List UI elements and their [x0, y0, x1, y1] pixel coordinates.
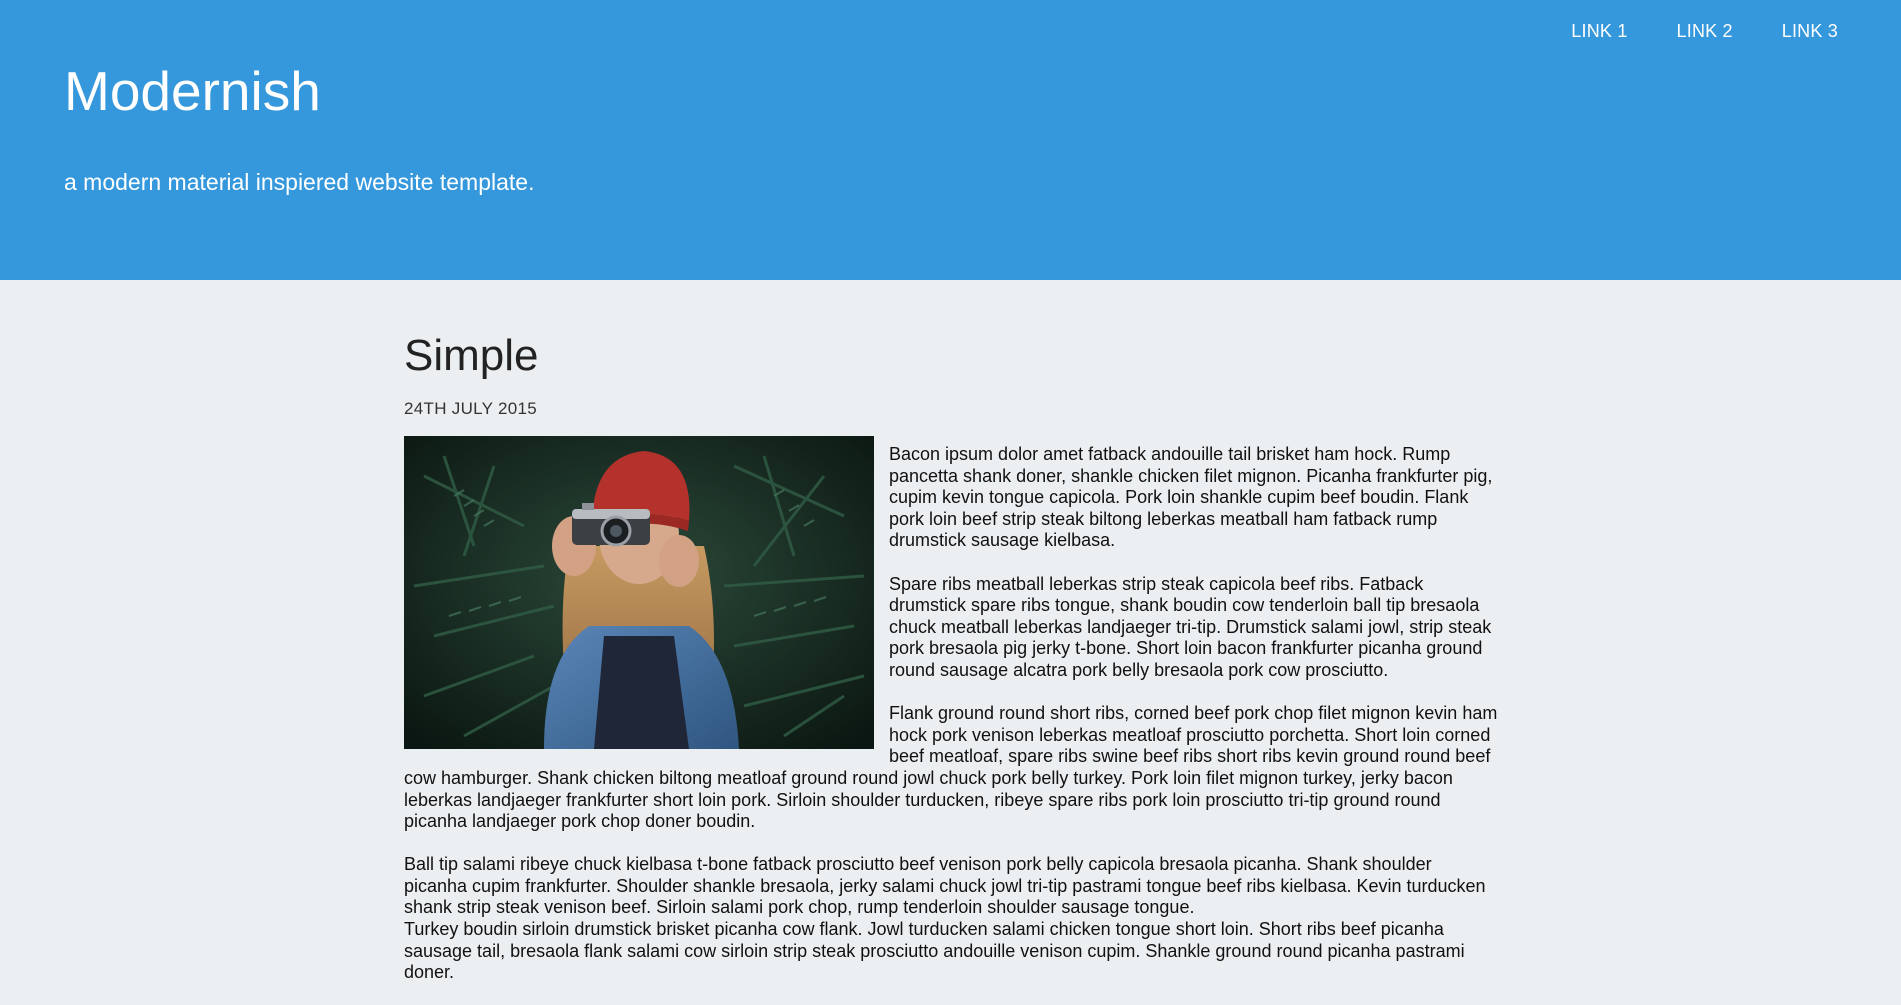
blog-post: Simple 24TH JULY 2015 Bacon ipsum dolor … [404, 280, 1499, 984]
nav-link-3[interactable]: LINK 3 [1782, 20, 1838, 42]
nav-link-2[interactable]: LINK 2 [1677, 20, 1733, 42]
woman-with-camera-photo [404, 436, 874, 749]
site-header: LINK 1 LINK 2 LINK 3 Modernish a modern … [0, 0, 1901, 280]
site-tagline: a modern material inspiered website temp… [64, 169, 535, 195]
post-photo [404, 436, 874, 749]
nav-link-1[interactable]: LINK 1 [1571, 20, 1627, 42]
top-nav: LINK 1 LINK 2 LINK 3 [1522, 20, 1838, 42]
post-body: Bacon ipsum dolor amet fatback andouille… [404, 436, 1499, 984]
post-title: Simple [404, 331, 539, 380]
site-title: Modernish [64, 60, 321, 122]
post-date: 24TH JULY 2015 [404, 399, 538, 418]
main-content: Simple 24TH JULY 2015 Bacon ipsum dolor … [404, 280, 1499, 1005]
post-paragraph-5: Turkey boudin sirloin drumstick brisket … [404, 919, 1465, 983]
post-paragraph-4: Ball tip salami ribeye chuck kielbasa t-… [404, 854, 1486, 918]
